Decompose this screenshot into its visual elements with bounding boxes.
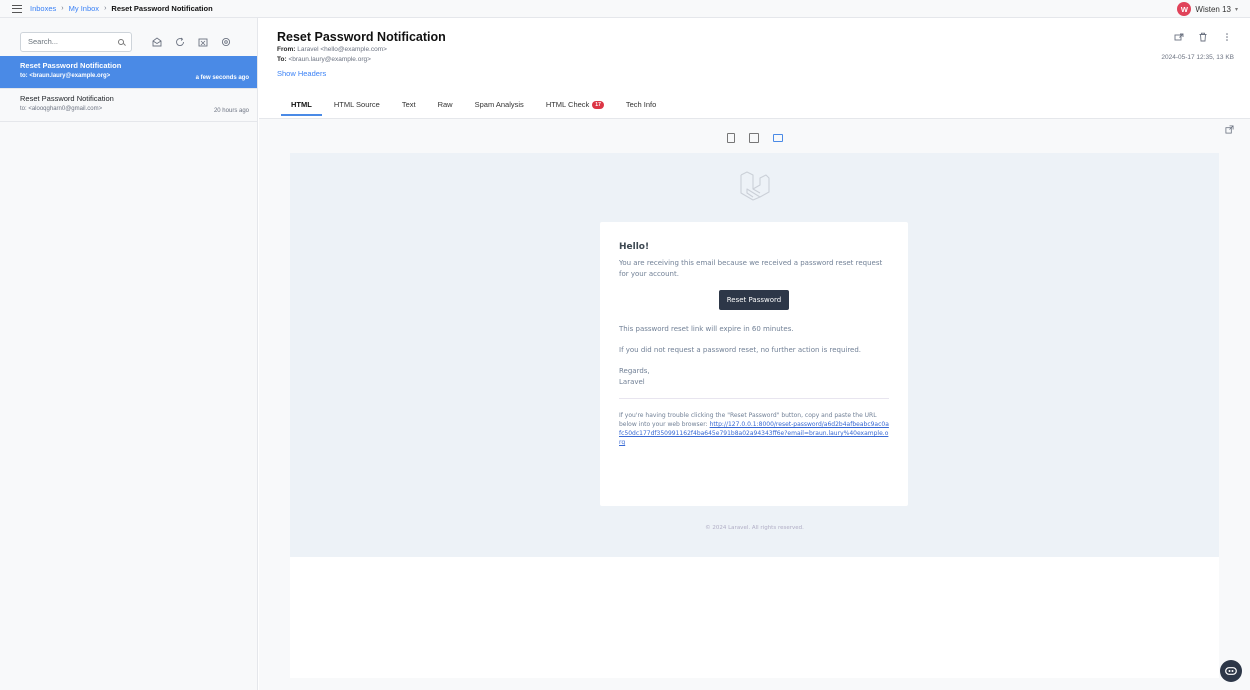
tab-html-check[interactable]: HTML Check 17 <box>546 100 604 116</box>
phone-icon[interactable] <box>727 133 735 143</box>
tab-label: HTML Check <box>545 100 590 109</box>
from-label: From: <box>277 46 296 53</box>
tab-tech-info[interactable]: Tech Info <box>626 100 656 116</box>
tab-raw[interactable]: Raw <box>438 100 453 116</box>
menu-icon[interactable] <box>12 4 22 13</box>
message-list: Reset Password Notification to: <braun.l… <box>0 56 257 122</box>
email-no-action-text: If you did not request a password reset,… <box>619 346 862 354</box>
tab-label: HTML Source <box>333 100 380 109</box>
breadcrumb-separator: › <box>104 5 107 12</box>
email-subcopy: If you're having trouble clicking the "R… <box>619 411 889 447</box>
to-label: To: <box>277 56 287 63</box>
page-title: Reset Password Notification <box>277 30 446 44</box>
chevron-down-icon: ▾ <box>1234 6 1238 13</box>
email-expire-text: This password reset link will expire in … <box>619 325 794 333</box>
message-recipient: to: <alooqgharn0@gmail.com> <box>20 106 103 112</box>
breadcrumb-inboxes[interactable]: Inboxes <box>30 4 56 13</box>
email-signoff: Regards, Laravel <box>619 366 889 388</box>
breadcrumb-separator: › <box>61 5 64 12</box>
search-input[interactable]: Search... <box>20 31 132 52</box>
message-subject: Reset Password Notification <box>20 61 122 70</box>
show-headers-link[interactable]: Show Headers <box>277 69 326 78</box>
laravel-logo <box>740 171 770 201</box>
email-sender: Laravel <box>619 378 645 386</box>
preview-area: Hello! You are receiving this email beca… <box>259 118 1250 690</box>
tablet-icon[interactable] <box>749 133 759 143</box>
device-toggles <box>727 133 783 143</box>
mark-read-icon[interactable] <box>152 36 162 47</box>
more-icon[interactable] <box>1222 32 1232 45</box>
email-card: Hello! You are receiving this email beca… <box>600 222 908 506</box>
tab-text[interactable]: Text <box>402 100 416 116</box>
breadcrumb-my-inbox[interactable]: My Inbox <box>69 4 99 13</box>
tab-label: Spam Analysis <box>474 100 524 109</box>
list-item[interactable]: Reset Password Notification to: <alooqgh… <box>0 89 257 122</box>
to-value: <braun.laury@example.org> <box>288 56 371 63</box>
tab-label: HTML <box>291 100 312 109</box>
delete-all-icon[interactable] <box>198 37 208 47</box>
desktop-icon[interactable] <box>773 134 783 142</box>
search-icon[interactable] <box>118 38 124 45</box>
email-intro: You are receiving this email because we … <box>619 259 883 278</box>
message-date-size: 2024-05-17 12:35, 13 KB <box>1161 54 1234 61</box>
user-menu[interactable]: W Wisten 13 ▾ <box>1177 2 1238 16</box>
tab-bar: HTML HTML Source Text Raw Spam Analysis … <box>281 100 656 116</box>
divider <box>619 398 889 399</box>
delete-icon[interactable] <box>1198 32 1208 45</box>
email-regards: Regards, <box>619 367 650 375</box>
tab-label: Tech Info <box>625 100 657 109</box>
breadcrumb: Inboxes › My Inbox › Reset Password Noti… <box>30 4 213 13</box>
from-line: From: Laravel <hello@example.com> <box>277 46 1232 54</box>
breadcrumb-current: Reset Password Notification <box>111 4 213 13</box>
tab-html-source[interactable]: HTML Source <box>334 100 380 116</box>
chat-button[interactable] <box>1220 660 1242 682</box>
to-line: To: <braun.laury@example.org> <box>277 56 1232 64</box>
email-footer: © 2024 Laravel. All rights reserved. <box>705 525 804 531</box>
refresh-icon[interactable] <box>175 37 185 47</box>
tab-html[interactable]: HTML <box>281 100 322 116</box>
email-greeting: Hello! <box>619 242 650 252</box>
avatar: W <box>1177 2 1192 16</box>
html-check-badge: 17 <box>592 100 604 109</box>
email-preview: Hello! You are receiving this email beca… <box>290 153 1219 678</box>
user-name: Wisten 13 <box>1195 4 1231 14</box>
tab-spam-analysis[interactable]: Spam Analysis <box>475 100 524 116</box>
from-value: Laravel <hello@example.com> <box>297 46 387 53</box>
message-time: 20 hours ago <box>213 108 249 114</box>
message-subject: Reset Password Notification <box>20 94 114 103</box>
sidebar: Search... Reset Password Notification to… <box>0 18 258 690</box>
reset-password-button[interactable]: Reset Password <box>718 290 790 310</box>
message-time: a few seconds ago <box>195 75 249 81</box>
release-icon[interactable] <box>1174 32 1184 45</box>
tab-label: Raw <box>437 100 453 109</box>
search-placeholder: Search... <box>28 37 59 46</box>
list-item[interactable]: Reset Password Notification to: <braun.l… <box>0 56 257 89</box>
message-view: Reset Password Notification From: Larave… <box>259 18 1250 690</box>
tab-label: Text <box>401 100 416 109</box>
settings-icon[interactable] <box>221 37 231 47</box>
message-header: Reset Password Notification From: Larave… <box>259 18 1250 118</box>
external-link-icon[interactable] <box>1225 125 1234 136</box>
top-bar: Inboxes › My Inbox › Reset Password Noti… <box>0 0 1250 18</box>
